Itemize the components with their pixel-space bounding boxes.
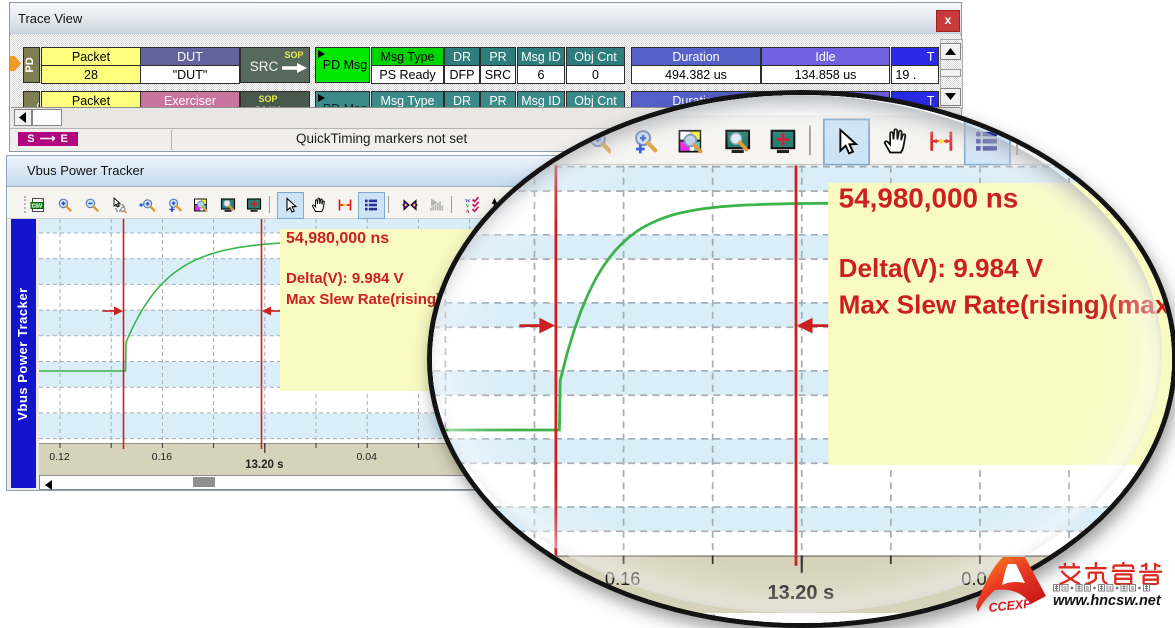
- svg-text:A: A: [1151, 147, 1158, 155]
- svg-text:CSV: CSV: [31, 203, 42, 209]
- svg-text:CCEXP: CCEXP: [988, 596, 1033, 614]
